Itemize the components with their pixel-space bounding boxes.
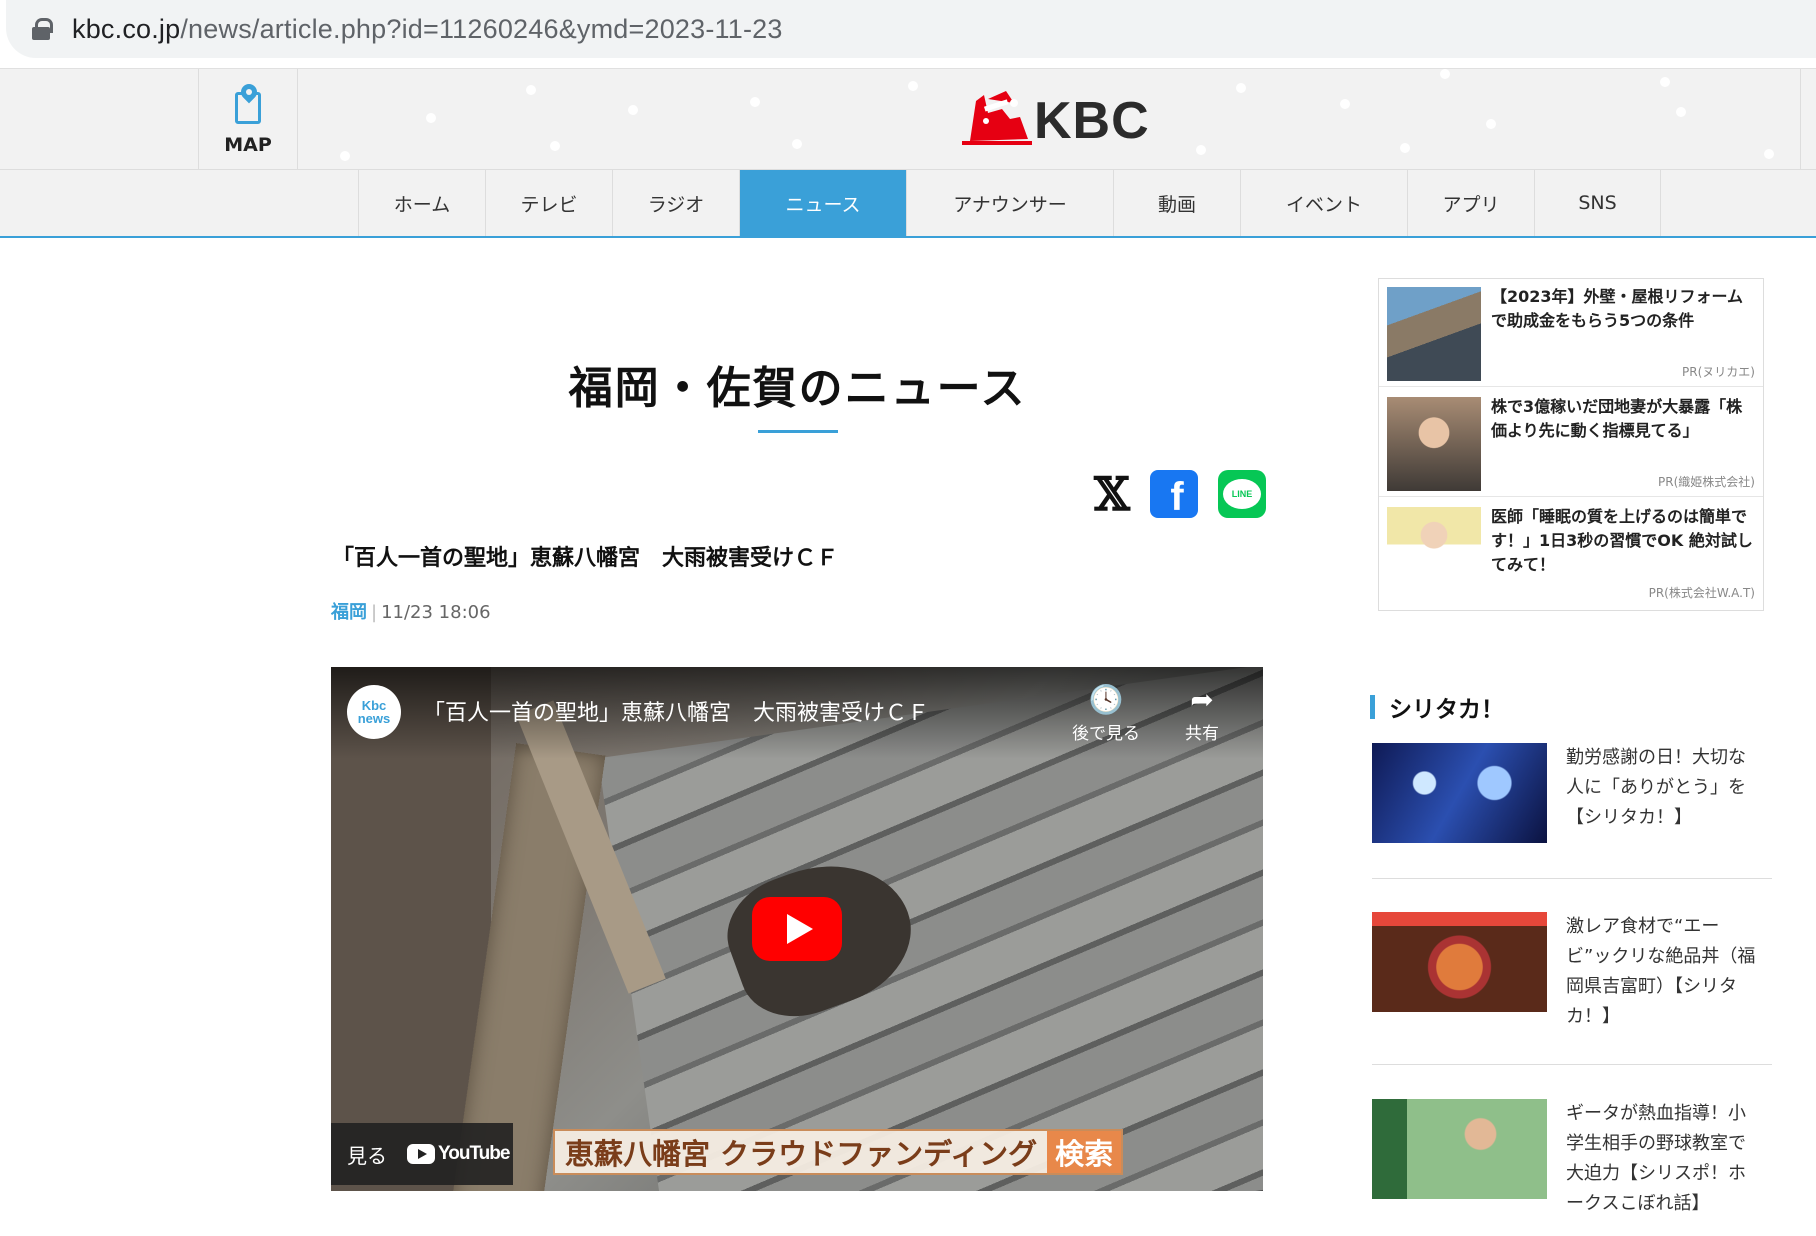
map-button[interactable]: MAP (198, 69, 298, 169)
snow-decoration (526, 85, 536, 95)
snow-decoration (1676, 107, 1686, 117)
ad-source: PR(織姫株式会社) (1658, 475, 1755, 489)
snow-decoration (1440, 69, 1450, 79)
snow-decoration (340, 151, 350, 161)
nav-item[interactable]: テレビ (485, 170, 612, 236)
story-divider (1372, 878, 1772, 879)
map-pin-icon (233, 80, 263, 126)
story-title[interactable]: 激レア食材で“エービ”ックリな絶品丼（福岡県吉富町）【シリタカ！】 (1566, 912, 1762, 1032)
menu-button[interactable] (1800, 69, 1816, 169)
ad-thumbnail[interactable] (1387, 287, 1481, 381)
snow-decoration (628, 105, 638, 115)
nav-items: ホーム テレビ ラジオ ニュース アナウンサー 動画 イベント アプリ SNS (358, 170, 1661, 236)
channel-avatar[interactable]: Kbc news (347, 685, 401, 739)
video-share-button[interactable]: ➦ 共有 (1157, 681, 1247, 744)
ad-thumbnail[interactable] (1387, 507, 1481, 601)
pr-ad-item[interactable]: 株で3億稼いだ団地妻が大暴露「株価より先に動く指標見てる」 PR(織姫株式会社) (1379, 389, 1763, 497)
section-title: シリタカ！ (1389, 697, 1504, 723)
story-title[interactable]: ギータが熱血指導！小学生相手の野球教室で大迫力【シリスポ！ホークスこぼれ話】 (1566, 1099, 1762, 1219)
caption-search-label: 検索 (1047, 1131, 1122, 1173)
watch-on-label: 見る (347, 1143, 387, 1168)
snow-decoration (908, 81, 918, 91)
snow-decoration (1764, 149, 1774, 159)
watch-later-button[interactable]: 🕓 後で見る (1061, 681, 1151, 744)
share-facebook-button[interactable]: f (1150, 470, 1198, 519)
nav-item[interactable]: ホーム (358, 170, 485, 236)
clock-icon: 🕓 (1088, 683, 1124, 716)
heading-accent-bar (1370, 695, 1375, 719)
map-label: MAP (224, 133, 272, 156)
ad-title[interactable]: 医師「睡眠の質を上げるのは簡単です！」1日3秒の習慣でOK 絶対試してみて！ (1491, 505, 1757, 577)
snow-decoration (1400, 143, 1410, 153)
nav-item[interactable]: アナウンサー (906, 170, 1113, 236)
pr-ad-item[interactable]: 医師「睡眠の質を上げるのは簡単です！」1日3秒の習慣でOK 絶対試してみて！ P… (1379, 499, 1763, 607)
nav-item[interactable]: ラジオ (612, 170, 739, 236)
snow-decoration (1236, 83, 1246, 93)
snow-decoration (426, 113, 436, 123)
url-field[interactable]: kbc.co.jp/news/article.php?id=11260246&y… (6, 0, 1816, 58)
nav-item[interactable]: SNS (1534, 170, 1661, 236)
snow-decoration (1486, 119, 1496, 129)
snow-decoration (1340, 99, 1350, 109)
x-icon: 𝕏 (1094, 467, 1130, 521)
url-text[interactable]: kbc.co.jp/news/article.php?id=11260246&y… (72, 14, 783, 45)
snow-decoration (750, 97, 760, 107)
share-label: 共有 (1185, 724, 1219, 744)
play-button[interactable] (752, 897, 842, 961)
page-title: 福岡・佐賀のニュース (568, 363, 1027, 414)
ad-title[interactable]: 【2023年】外壁・屋根リフォームで助成金をもらう5つの条件 (1491, 285, 1757, 333)
story-thumbnail[interactable] (1372, 1099, 1547, 1199)
ad-source: PR(株式会社W.A.T) (1648, 586, 1755, 600)
meta-separator: | (371, 602, 378, 623)
article-timestamp: 11/23 18:06 (381, 602, 491, 623)
kbc-logo[interactable]: KBC (962, 89, 1149, 150)
global-nav: ホーム テレビ ラジオ ニュース アナウンサー 動画 イベント アプリ SNS (0, 170, 1816, 238)
nav-item[interactable]: 動画 (1113, 170, 1240, 236)
share-line-button[interactable]: LINE (1218, 470, 1266, 518)
article-meta: 福岡 | 11/23 18:06 (331, 598, 491, 624)
youtube-logo-icon: YouTube (407, 1143, 510, 1165)
pr-ad-item[interactable]: 【2023年】外壁・屋根リフォームで助成金をもらう5つの条件 PR(ヌリカエ) (1379, 279, 1763, 387)
kbc-mascot-icon (962, 91, 1032, 145)
section-heading: シリタカ！ (1370, 690, 1504, 724)
story-thumbnail[interactable] (1372, 743, 1547, 843)
youtube-video-player[interactable]: Kbc news 「百人一首の聖地」恵蘇八幡宮 大雨被害受けＣＦ 🕓 後で見る … (331, 667, 1263, 1191)
story-thumbnail[interactable] (1372, 912, 1547, 1012)
video-title[interactable]: 「百人一首の聖地」恵蘇八幡宮 大雨被害受けＣＦ (423, 695, 929, 727)
snow-decoration (1660, 77, 1670, 87)
facebook-icon: f (1170, 474, 1184, 519)
site-header: MAP KBC (0, 68, 1816, 170)
story-title[interactable]: 勤労感謝の日！大切な人に「ありがとう」を【シリタカ！】 (1566, 743, 1762, 833)
logo-text: KBC (1034, 92, 1150, 150)
lock-icon[interactable] (32, 18, 53, 40)
nav-item[interactable]: アプリ (1407, 170, 1534, 236)
line-icon: LINE (1223, 479, 1261, 509)
article-headline: 「百人一首の聖地」恵蘇八幡宮 大雨被害受けＣＦ (332, 546, 839, 571)
ad-thumbnail[interactable] (1387, 397, 1481, 491)
snow-decoration (550, 141, 560, 151)
browser-address-bar: kbc.co.jp/news/article.php?id=11260246&y… (0, 0, 1816, 62)
snow-decoration (1196, 145, 1206, 155)
snow-decoration (792, 139, 802, 149)
pr-ad-box: 【2023年】外壁・屋根リフォームで助成金をもらう5つの条件 PR(ヌリカエ) … (1378, 278, 1764, 611)
nav-item[interactable]: ニュース (739, 170, 906, 236)
watch-on-youtube-button[interactable]: 見る YouTube (331, 1123, 513, 1185)
video-caption-overlay: 恵蘇八幡宮 クラウドファンディング 検索 (553, 1129, 1124, 1175)
ad-title[interactable]: 株で3億稼いだ団地妻が大暴露「株価より先に動く指標見てる」 (1491, 395, 1757, 443)
story-divider (1372, 1064, 1772, 1065)
watch-later-label: 後で見る (1072, 724, 1140, 744)
nav-item[interactable]: イベント (1240, 170, 1407, 236)
ad-source: PR(ヌリカエ) (1682, 365, 1755, 379)
share-arrow-icon: ➦ (1190, 683, 1214, 716)
caption-text: 恵蘇八幡宮 クラウドファンディング (565, 1137, 1038, 1171)
share-x-button[interactable]: 𝕏 (1088, 467, 1136, 521)
title-underline (758, 430, 838, 433)
category-link[interactable]: 福岡 (331, 602, 367, 623)
